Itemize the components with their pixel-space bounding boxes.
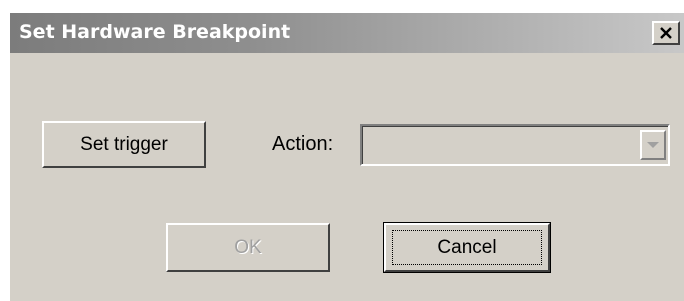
set-trigger-button[interactable]: Set trigger bbox=[42, 121, 206, 168]
focus-ring bbox=[392, 230, 542, 265]
action-dropdown-field bbox=[362, 126, 668, 164]
action-dropdown-arrow[interactable] bbox=[640, 130, 666, 160]
action-dropdown[interactable] bbox=[360, 124, 670, 166]
close-button[interactable] bbox=[652, 21, 680, 45]
close-icon bbox=[660, 27, 672, 39]
ok-button[interactable]: OK bbox=[166, 223, 330, 272]
title-bar[interactable]: Set Hardware Breakpoint bbox=[10, 13, 684, 53]
chevron-down-icon bbox=[647, 142, 659, 148]
dialog-title: Set Hardware Breakpoint bbox=[19, 21, 291, 43]
ok-label: OK bbox=[234, 236, 262, 258]
cancel-button[interactable]: Cancel bbox=[383, 222, 551, 273]
set-hardware-breakpoint-dialog: Set Hardware Breakpoint Set trigger Acti… bbox=[8, 11, 684, 301]
set-trigger-label: Set trigger bbox=[80, 133, 168, 155]
action-label: Action: bbox=[272, 133, 334, 155]
